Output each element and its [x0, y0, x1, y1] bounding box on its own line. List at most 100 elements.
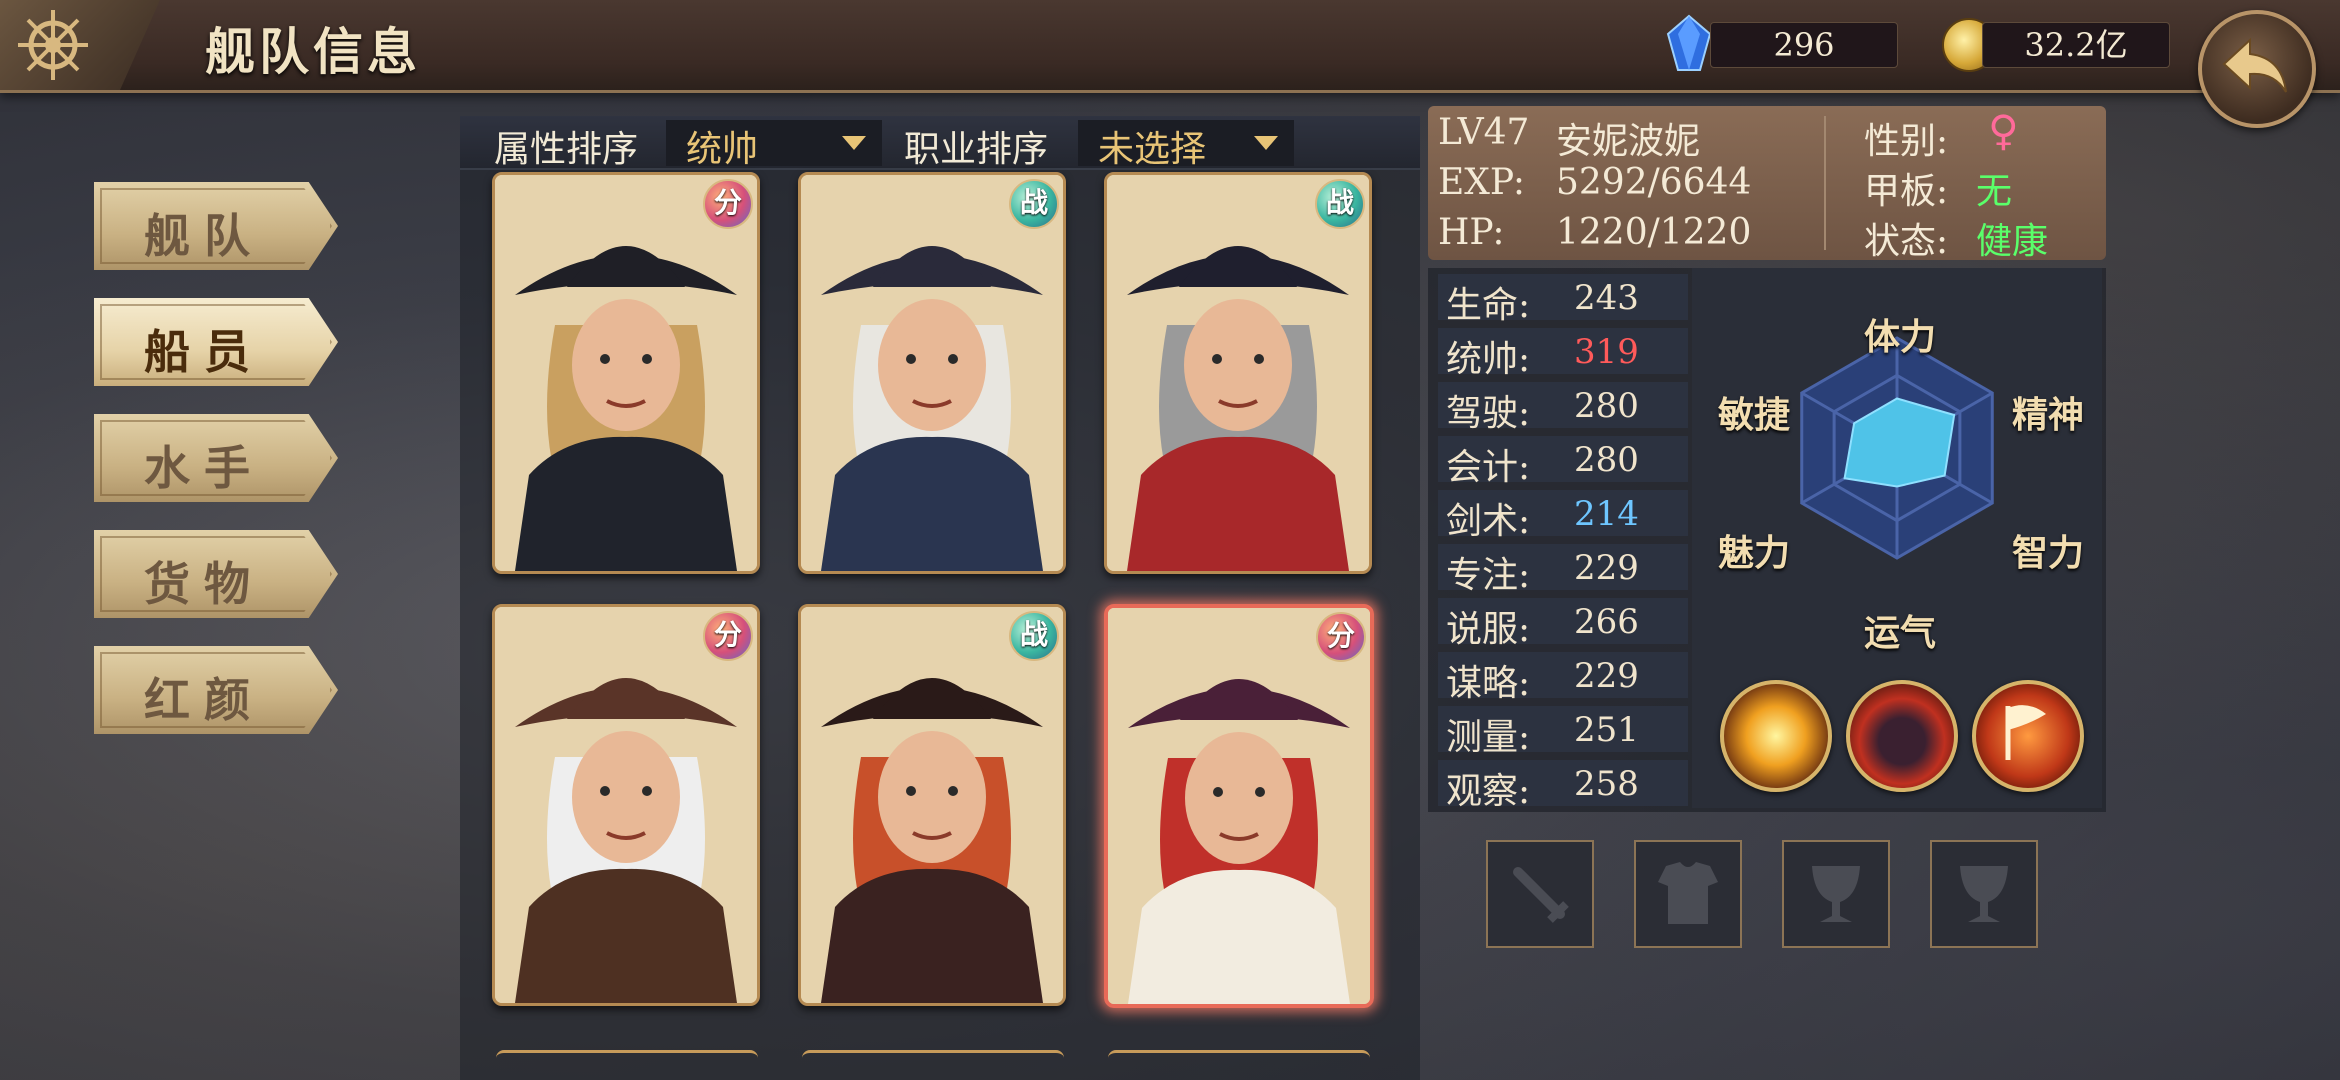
crew-card[interactable]: 分: [1104, 604, 1374, 1008]
ship-wheel-icon: [18, 10, 88, 80]
menu-button-3[interactable]: 货物: [94, 530, 338, 618]
attr-sort-label: 属性排序: [494, 129, 639, 170]
class-badge: 战: [1009, 179, 1059, 229]
stat-label: 观察:: [1446, 771, 1531, 812]
divider: [1824, 116, 1826, 250]
exp-label: EXP:: [1438, 162, 1525, 203]
top-bar: 舰队信息 296 32.2亿: [0, 0, 2340, 93]
equip-slot-armor[interactable]: [1634, 840, 1742, 948]
chevron-down-icon: [1254, 136, 1278, 150]
sun-burst-skill-icon[interactable]: [1720, 680, 1832, 792]
stat-row: 统帅: 319: [1438, 328, 1688, 380]
menu-button-0[interactable]: 舰队: [94, 182, 338, 270]
stat-row: 测量: 251: [1438, 706, 1688, 758]
job-sort-value: 未选择: [1098, 129, 1207, 170]
menu-button-4[interactable]: 红颜: [94, 646, 338, 734]
menu-button-label: 水手: [144, 441, 264, 495]
stat-value: 258: [1574, 764, 1639, 804]
class-badge: 分: [703, 179, 753, 229]
next-row-card-edge: [496, 1050, 758, 1063]
crew-portrait: [801, 607, 1063, 1003]
stat-row: 驾驶: 280: [1438, 382, 1688, 434]
class-badge: 分: [703, 611, 753, 661]
stat-label: 统帅:: [1446, 339, 1531, 380]
back-arrow-icon: [2222, 37, 2287, 93]
character-name: 安妮波妮: [1556, 121, 1701, 162]
crew-portrait: [1107, 175, 1369, 571]
hp-label: HP:: [1438, 212, 1505, 253]
crew-portrait: [495, 175, 757, 571]
stat-label: 驾驶:: [1446, 393, 1531, 434]
menu-button-label: 船员: [144, 325, 264, 379]
class-badge: 战: [1315, 179, 1365, 229]
stat-row: 专注: 229: [1438, 544, 1688, 596]
attr-sort-value: 统帅: [686, 129, 759, 170]
crew-portrait: [1108, 608, 1370, 1004]
job-sort-dropdown[interactable]: 未选择: [1078, 120, 1294, 170]
radar-label-agility: 敏捷: [1718, 394, 1791, 436]
gold-counter: 32.2亿: [1982, 22, 2170, 68]
stat-label: 谋略:: [1446, 663, 1531, 704]
stat-value: 251: [1574, 710, 1639, 750]
job-sort-label: 职业排序: [904, 129, 1049, 170]
stat-value: 243: [1574, 278, 1639, 318]
stat-value: 319: [1574, 332, 1639, 372]
gender-female-icon: ♀: [1988, 106, 2019, 155]
menu-button-1[interactable]: 船员: [94, 298, 338, 386]
stat-value: 266: [1574, 602, 1639, 642]
gem-counter: 296: [1710, 22, 1898, 68]
menu-button-label: 舰队: [144, 209, 264, 263]
back-button[interactable]: [2198, 10, 2316, 128]
stat-value: 229: [1574, 548, 1639, 588]
stat-label: 测量:: [1446, 717, 1531, 758]
stat-row: 说服: 266: [1438, 598, 1688, 650]
radar-label-charm: 魅力: [1718, 532, 1791, 574]
deck-label: 甲板:: [1864, 171, 1949, 212]
stat-label: 会计:: [1446, 447, 1531, 488]
status-label: 状态:: [1864, 221, 1949, 262]
deck-value: 无: [1976, 171, 2013, 212]
radar-label-intellect: 智力: [2012, 532, 2085, 574]
radar-label-stamina: 体力: [1864, 316, 1937, 358]
stat-label: 剑术:: [1446, 501, 1531, 542]
hp-value: 1220/1220: [1556, 212, 1752, 253]
crew-card[interactable]: 分: [492, 172, 760, 574]
stat-row: 观察: 258: [1438, 760, 1688, 812]
gold-count: 32.2亿: [2024, 26, 2128, 64]
cup-icon: [1812, 866, 1860, 922]
class-badge: 分: [1316, 612, 1366, 662]
menu-button-2[interactable]: 水手: [94, 414, 338, 502]
crew-card[interactable]: 战: [1104, 172, 1372, 574]
stat-value: 280: [1574, 386, 1639, 426]
equip-slot-cup-1[interactable]: [1782, 840, 1890, 948]
filter-bar: 属性排序 统帅 职业排序 未选择: [460, 116, 1420, 170]
stat-value: 214: [1574, 494, 1639, 534]
stat-value: 229: [1574, 656, 1639, 696]
character-level: LV47: [1438, 112, 1530, 153]
flag-skill-icon[interactable]: [1972, 680, 2084, 792]
attr-sort-dropdown[interactable]: 统帅: [666, 120, 882, 170]
next-row-card-edge: [802, 1050, 1064, 1063]
status-value: 健康: [1976, 221, 2049, 262]
equip-slot-sword[interactable]: [1486, 840, 1594, 948]
armor-icon: [1658, 862, 1718, 924]
chevron-down-icon: [842, 136, 866, 150]
equip-slot-cup-2[interactable]: [1930, 840, 2038, 948]
pirate-hat-skill-icon[interactable]: [1846, 680, 1958, 792]
crew-card[interactable]: 战: [798, 604, 1066, 1006]
stat-label: 说服:: [1446, 609, 1531, 650]
gender-label: 性别:: [1864, 121, 1949, 162]
radar-label-luck: 运气: [1864, 612, 1937, 654]
flag-icon: [2005, 705, 2046, 760]
crew-portrait: [801, 175, 1063, 571]
crew-card[interactable]: 分: [492, 604, 760, 1006]
stat-row: 谋略: 229: [1438, 652, 1688, 704]
crew-portrait: [495, 607, 757, 1003]
page-title: 舰队信息: [205, 22, 421, 81]
gem-count: 296: [1773, 26, 1835, 64]
menu-button-label: 红颜: [144, 673, 264, 727]
stat-row: 会计: 280: [1438, 436, 1688, 488]
cup-icon: [1960, 866, 2008, 922]
crew-card[interactable]: 战: [798, 172, 1066, 574]
radar-label-spirit: 精神: [2012, 394, 2085, 436]
